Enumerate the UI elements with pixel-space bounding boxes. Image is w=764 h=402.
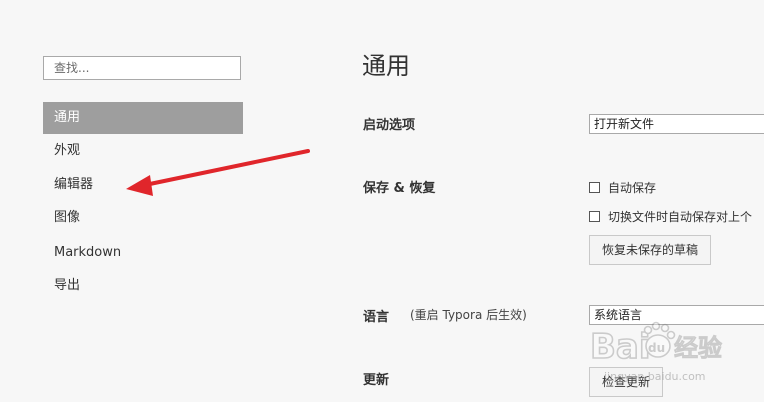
watermark-paw-text: du (648, 341, 665, 355)
startup-label: 启动选项 (363, 118, 416, 133)
sidebar-item-editor[interactable]: 编辑器 (43, 169, 243, 201)
save-restore-label: 保存 & 恢复 (363, 181, 436, 196)
autosave-option[interactable]: 自动保存 (589, 179, 656, 195)
sidebar-item-export[interactable]: 导出 (43, 270, 243, 302)
sidebar-item-appearance[interactable]: 外观 (43, 135, 243, 167)
switch-save-option[interactable]: 切换文件时自动保存对上个 (589, 208, 752, 224)
watermark-cn: 经验 (674, 334, 722, 362)
startup-select[interactable]: 打开新文件 (589, 114, 764, 134)
autosave-label: 自动保存 (608, 180, 657, 195)
check-update-button[interactable]: 检查更新 (589, 367, 664, 397)
sidebar-item-image[interactable]: 图像 (43, 202, 243, 234)
watermark-latin: Bai (590, 327, 651, 367)
update-label: 更新 (363, 373, 390, 388)
recover-drafts-button[interactable]: 恢复未保存的草稿 (589, 235, 712, 265)
page-title: 通用 (362, 52, 410, 80)
sidebar-item-general[interactable]: 通用 (43, 102, 243, 134)
language-note: (重启 Typora 后生效) (410, 308, 527, 322)
switch-save-label: 切换文件时自动保存对上个 (608, 209, 753, 224)
autosave-checkbox[interactable] (589, 181, 600, 193)
sidebar-item-markdown[interactable]: Markdown (43, 237, 243, 269)
language-select[interactable]: 系统语言 (589, 305, 764, 325)
watermark-paw-icon (643, 321, 676, 358)
language-label: 语言 (363, 310, 390, 325)
switch-save-checkbox[interactable] (589, 210, 600, 222)
preferences-window: 通用 外观 编辑器 图像 Markdown 导出 通用 启动选项 打开新文件 保… (0, 0, 764, 402)
search-input[interactable] (43, 56, 241, 80)
